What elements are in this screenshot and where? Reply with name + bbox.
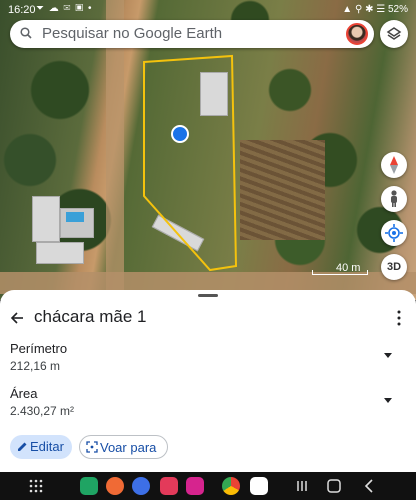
caret-down-icon[interactable]: [384, 398, 392, 404]
toggle-3d-button[interactable]: 3D: [381, 254, 407, 280]
current-location-dot: [171, 125, 189, 143]
recents-icon[interactable]: [294, 478, 310, 494]
chrome-app-icon[interactable]: [222, 477, 240, 495]
system-icons: ▲ ⚲ ✱ ☰ 52%: [342, 4, 408, 15]
caret-down-icon[interactable]: [384, 353, 392, 359]
area-value: 2.430,27 m²: [10, 404, 75, 418]
edit-button-label: Editar: [30, 439, 64, 454]
back-icon[interactable]: [362, 478, 378, 494]
more-vert-icon[interactable]: [396, 310, 402, 326]
compass-button[interactable]: [381, 152, 407, 178]
compass-icon: [390, 156, 398, 174]
system-navigation-bar: [0, 472, 416, 500]
pegman-icon: [391, 190, 397, 207]
drag-handle[interactable]: [198, 294, 218, 297]
search-input[interactable]: Pesquisar no Google Earth: [42, 25, 222, 42]
feature-title: chácara mãe 1: [34, 307, 147, 326]
messages-app-icon[interactable]: [132, 477, 150, 495]
back-arrow-icon[interactable]: [10, 311, 24, 325]
perimeter-label: Perímetro: [10, 341, 68, 356]
toggle-3d-label: 3D: [386, 261, 402, 273]
search-bar[interactable]: Pesquisar no Google Earth: [10, 20, 374, 48]
avatar[interactable]: [346, 23, 368, 45]
my-location-icon: [385, 224, 403, 242]
scale-label: 40 m: [336, 262, 361, 274]
phone-app-icon[interactable]: [80, 477, 98, 495]
layers-button[interactable]: [380, 20, 408, 48]
search-icon: [20, 27, 32, 39]
street-view-button[interactable]: [381, 186, 407, 212]
notification-icons: ⏷ ☁ ✉ ▣ •: [36, 3, 93, 14]
fly-to-button[interactable]: Voar para: [79, 435, 168, 459]
contacts-app-icon[interactable]: [106, 477, 124, 495]
layers-icon: [386, 27, 402, 40]
camera-app-icon[interactable]: [160, 477, 178, 495]
area-label: Área: [10, 386, 38, 401]
my-location-button[interactable]: [381, 220, 407, 246]
pencil-icon: [18, 442, 27, 451]
bottom-sheet: chácara mãe 1 Perímetro 212,16 m Área 2.…: [0, 290, 416, 472]
maps-app-icon[interactable]: [250, 477, 268, 495]
perimeter-value: 212,16 m: [10, 359, 61, 373]
home-icon[interactable]: [326, 478, 342, 494]
edit-button[interactable]: Editar: [10, 435, 72, 459]
fly-to-icon: [86, 441, 98, 453]
gallery-app-icon[interactable]: [186, 477, 204, 495]
fly-to-button-label: Voar para: [100, 440, 157, 455]
status-time: 16:20: [8, 4, 36, 16]
status-bar: 16:20 ⏷ ☁ ✉ ▣ • ▲ ⚲ ✱ ☰ 52%: [0, 0, 416, 20]
app-drawer-icon[interactable]: [28, 478, 44, 494]
